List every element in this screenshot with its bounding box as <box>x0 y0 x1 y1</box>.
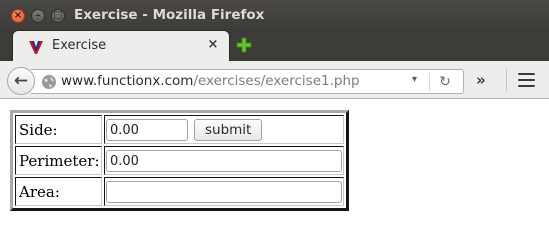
perimeter-field-cell: 0.00 <box>104 146 344 175</box>
window-title: Exercise - Mozilla Firefox <box>74 7 265 23</box>
perimeter-label: Perimeter: <box>15 146 102 175</box>
back-button[interactable]: ← <box>7 67 35 95</box>
reload-icon[interactable]: ↻ <box>436 73 454 91</box>
submit-button[interactable]: submit <box>194 118 263 141</box>
table-row: Perimeter: 0.00 <box>15 146 344 175</box>
tab-exercise[interactable]: Exercise × <box>12 30 230 62</box>
side-label: Side: <box>15 115 102 144</box>
fx-v-icon <box>29 41 43 54</box>
url-separator <box>429 73 430 91</box>
hamburger-menu-icon[interactable] <box>518 73 535 87</box>
page-content: Side: 0.00 submit Perimeter: 0.00 Area: <box>0 100 549 242</box>
area-field-cell <box>104 177 344 206</box>
url-bar[interactable]: www.functionx.com/exercises/exercise1.ph… <box>31 69 464 94</box>
window-minimize-button[interactable]: – <box>31 9 45 23</box>
globe-icon <box>42 75 56 89</box>
url-host: www.functionx.com <box>61 73 194 89</box>
navigation-toolbar: www.functionx.com/exercises/exercise1.ph… <box>0 61 549 99</box>
url-text[interactable]: www.functionx.com/exercises/exercise1.ph… <box>61 73 360 89</box>
side-field-cell: 0.00 submit <box>104 115 344 144</box>
back-arrow-icon: ← <box>13 71 29 91</box>
toolbar-separator <box>506 69 507 91</box>
area-label: Area: <box>15 177 102 206</box>
perimeter-input[interactable]: 0.00 <box>106 149 342 172</box>
tab-close-icon[interactable]: × <box>206 37 220 53</box>
new-tab-plus-icon[interactable] <box>236 37 252 53</box>
url-path: /exercises/exercise1.php <box>193 73 360 89</box>
tab-label: Exercise <box>52 38 107 53</box>
area-input[interactable] <box>106 180 342 203</box>
table-row: Area: <box>15 177 344 206</box>
side-input[interactable]: 0.00 <box>106 118 188 141</box>
window-close-button[interactable]: × <box>11 9 25 23</box>
window-titlebar: × – □ Exercise - Mozilla Firefox <box>0 0 549 32</box>
history-dropdown-icon[interactable]: ▾ <box>412 74 417 85</box>
calculation-form-table: Side: 0.00 submit Perimeter: 0.00 Area: <box>10 110 349 211</box>
toolbar-overflow-icon[interactable]: » <box>476 71 486 89</box>
table-row: Side: 0.00 submit <box>15 115 344 144</box>
window-maximize-button[interactable]: □ <box>51 9 65 23</box>
